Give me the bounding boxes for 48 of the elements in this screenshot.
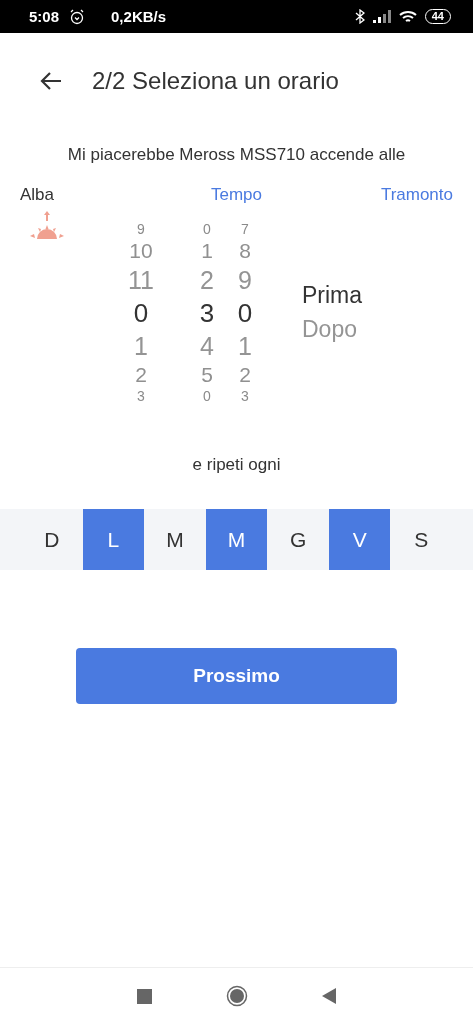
back-icon[interactable] — [322, 988, 336, 1004]
prompt-text: Mi piacerebbe Meross MSS710 accende alle — [66, 144, 407, 166]
day-toggle[interactable]: V — [328, 509, 391, 570]
repeat-label: e ripeti ogni — [191, 455, 282, 475]
wheel-number[interactable]: 3 — [241, 388, 249, 404]
home-icon[interactable] — [226, 985, 248, 1007]
network-speed: 0,2KB/s — [111, 8, 167, 25]
wheel-number[interactable]: 3 — [199, 296, 215, 330]
next-button[interactable]: Prossimo — [76, 648, 397, 704]
wheel-number[interactable]: 2 — [200, 264, 214, 296]
wheel-number[interactable]: 2 — [135, 362, 147, 388]
wheel-number[interactable]: 0 — [203, 388, 211, 404]
mode-tab[interactable]: Tramonto — [380, 185, 453, 205]
day-toggle[interactable]: G — [267, 509, 329, 570]
offset-option[interactable]: Dopo — [302, 312, 363, 346]
offset-option[interactable]: Prima — [302, 278, 363, 312]
day-toggle[interactable]: L — [82, 509, 145, 570]
wheel-number[interactable]: 3 — [137, 388, 145, 404]
signal-icon — [372, 10, 391, 23]
day-toggle[interactable]: D — [21, 509, 83, 570]
wheel-number[interactable]: 0 — [237, 296, 253, 330]
wheel-number[interactable]: 9 — [137, 220, 145, 238]
wifi-icon — [398, 9, 417, 24]
wheel-number[interactable]: 2 — [239, 362, 251, 388]
bluetooth-icon — [354, 9, 365, 24]
mode-tab[interactable]: Tempo — [211, 185, 262, 205]
recents-icon[interactable] — [137, 988, 152, 1004]
day-toggle[interactable]: M — [144, 509, 206, 570]
wheel-number[interactable]: 1 — [201, 238, 213, 264]
wheel-number[interactable]: 5 — [201, 362, 213, 388]
day-toggle[interactable]: S — [390, 509, 452, 570]
mode-tab[interactable]: Alba — [20, 185, 55, 205]
day-toggle[interactable]: M — [205, 509, 268, 570]
screen-title: 2/2 Seleziona un orario — [92, 67, 339, 95]
wheel-number[interactable]: 0 — [133, 296, 149, 330]
wheel-number[interactable]: 1 — [134, 330, 148, 362]
back-arrow-icon[interactable] — [40, 72, 62, 90]
wheel-number[interactable]: 0 — [203, 220, 211, 238]
wheel-number[interactable]: 11 — [128, 264, 154, 296]
sunrise-icon — [30, 211, 64, 241]
wheel-number[interactable]: 8 — [239, 238, 251, 264]
wheel-number[interactable]: 4 — [200, 330, 214, 362]
wheel-number[interactable]: 1 — [238, 330, 252, 362]
wheel-number[interactable]: 10 — [129, 238, 153, 264]
wheel-number[interactable]: 9 — [238, 264, 252, 296]
clock-time: 5:08 — [29, 8, 60, 25]
wheel-number[interactable]: 7 — [241, 220, 249, 238]
alarm-icon — [69, 8, 86, 25]
